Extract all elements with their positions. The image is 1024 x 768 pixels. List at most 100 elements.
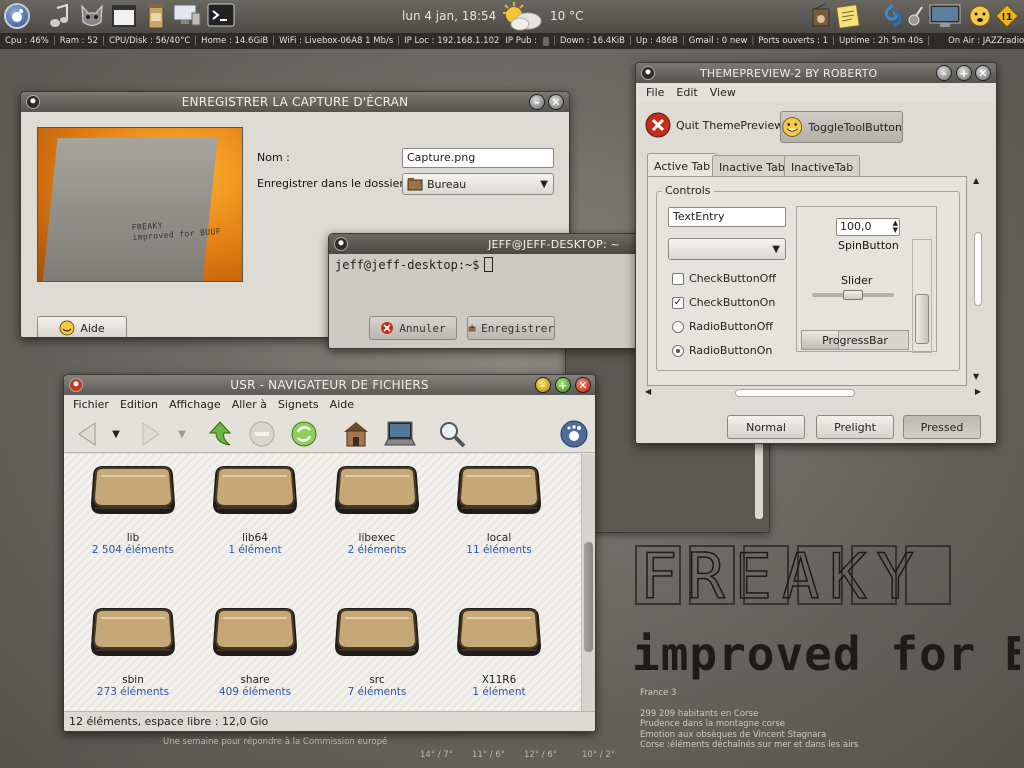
terminal-icon[interactable] (206, 3, 236, 29)
back-arrow-icon[interactable] (70, 418, 102, 450)
gnome-menu-icon[interactable] (4, 3, 30, 29)
vscroll-thumb[interactable] (974, 232, 982, 306)
weather-cloud-sun-icon[interactable] (500, 1, 542, 31)
filename-input[interactable]: Capture.png (402, 148, 554, 168)
folder-item[interactable]: lib 2 504 éléments (72, 456, 194, 556)
news-item[interactable]: Corse :éléments déchaînés sur mer et dan… (640, 740, 858, 751)
window-menu-icon[interactable] (641, 66, 655, 80)
slider-track[interactable] (812, 290, 894, 300)
menu-edition[interactable]: Edition (120, 398, 158, 411)
save-dialog-title: ENREGISTRER LA CAPTURE D'ÉCRAN (181, 95, 409, 109)
fm-scroll-thumb[interactable] (584, 542, 593, 652)
usb-icon[interactable] (906, 3, 926, 29)
menu-aller-a[interactable]: Aller à (232, 398, 267, 411)
reload-icon[interactable] (288, 418, 320, 450)
menu-fichier[interactable]: Fichier (73, 398, 109, 411)
close-button[interactable]: ✕ (548, 94, 564, 110)
scroll-down-icon[interactable]: ▼ (973, 372, 979, 381)
terminal-body[interactable]: jeff@jeff-desktop:~$ Annuler Enregistrer (329, 254, 639, 348)
hscroll-thumb[interactable] (735, 389, 855, 397)
menu-view[interactable]: View (710, 86, 736, 100)
panel-vscrollbar[interactable]: ▲ ▼ (972, 176, 985, 386)
panel-hscrollbar[interactable]: ◀ ▶ (645, 387, 981, 399)
menu-affichage[interactable]: Affichage (169, 398, 221, 411)
fm-vscrollbar[interactable] (581, 454, 595, 711)
update-warning-icon[interactable]: !1 (994, 3, 1020, 29)
scroll-right-icon[interactable]: ▶ (975, 387, 981, 396)
face-icon[interactable] (967, 3, 993, 29)
up-arrow-icon[interactable] (204, 418, 236, 450)
jar-icon[interactable] (143, 3, 169, 29)
pressed-button[interactable]: Pressed (903, 415, 981, 439)
help-button[interactable]: Aide (37, 316, 127, 337)
scroll-left-icon[interactable]: ◀ (645, 387, 651, 396)
forward-history-chevron-icon[interactable]: ▼ (174, 418, 190, 450)
folder-item[interactable]: X11R6 1 élément (438, 598, 560, 698)
folder-combo[interactable]: Bureau ▼ (402, 173, 554, 195)
minimize-button[interactable]: – (535, 377, 551, 393)
spin-arrows-icon[interactable]: ▲ ▼ (893, 220, 898, 234)
clock[interactable]: lun 4 jan, 18:54 (402, 9, 496, 23)
radiobutton-off[interactable]: RadioButtonOff (672, 320, 773, 333)
menu-signets[interactable]: Signets (278, 398, 319, 411)
minimize-button[interactable]: – (529, 94, 545, 110)
search-icon[interactable] (436, 418, 468, 450)
minimize-button[interactable]: – (936, 65, 952, 81)
toggle-toolbutton[interactable]: ToggleToolButton (780, 111, 903, 143)
fm-titlebar[interactable]: USR - NAVIGATEUR DE FICHIERS – + ✕ (64, 375, 595, 395)
vertical-scale-handle[interactable] (915, 294, 929, 344)
folder-item[interactable]: local 11 éléments (438, 456, 560, 556)
empty-combo[interactable]: ▼ (668, 238, 786, 260)
maximize-button[interactable]: + (555, 377, 571, 393)
save-button[interactable]: Enregistrer (467, 316, 555, 340)
checkbutton-off[interactable]: CheckButtonOff (672, 272, 776, 285)
swirl-icon[interactable] (880, 3, 906, 29)
maximize-button[interactable]: + (956, 65, 972, 81)
home-icon[interactable] (340, 418, 372, 450)
checkbutton-on[interactable]: ✓ CheckButtonOn (672, 296, 775, 309)
news-item[interactable]: 299 209 habitants en Corse (640, 709, 858, 720)
network-monitor-icon[interactable] (172, 3, 202, 29)
terminal-titlebar[interactable]: JEFF@JEFF-DESKTOP: ~ (329, 234, 639, 254)
vertical-scale[interactable] (912, 239, 932, 353)
tab-inactive-1[interactable]: Inactive Tab (712, 155, 792, 178)
radio-icon[interactable] (808, 3, 834, 29)
menu-edit[interactable]: Edit (676, 86, 697, 100)
notes-icon[interactable] (836, 3, 862, 29)
text-entry[interactable]: TextEntry (668, 207, 786, 227)
fm-icon-view[interactable]: lib 2 504 éléments lib64 1 élément libexec 2 … (64, 454, 581, 711)
theme-titlebar[interactable]: THEMEPREVIEW-2 BY ROBERTO – + ✕ (636, 63, 996, 83)
scroll-up-icon[interactable]: ▲ (973, 176, 979, 185)
cat-icon[interactable] (79, 3, 105, 29)
spinbutton[interactable]: 100,0 ▲ ▼ (836, 218, 900, 236)
stop-icon[interactable] (246, 418, 278, 450)
slider-handle[interactable] (843, 290, 863, 300)
save-dialog-titlebar[interactable]: ENREGISTRER LA CAPTURE D'ÉCRAN – ✕ (21, 92, 569, 112)
folder-item[interactable]: lib64 1 élément (194, 456, 316, 556)
radiobutton-on[interactable]: RadioButtonOn (672, 344, 772, 357)
forward-arrow-icon[interactable] (136, 418, 168, 450)
window-menu-icon[interactable] (26, 95, 40, 109)
folder-item[interactable]: libexec 2 éléments (316, 456, 438, 556)
cancel-button[interactable]: Annuler (369, 316, 457, 340)
computer-icon[interactable] (384, 418, 416, 450)
close-button[interactable]: ✕ (975, 65, 991, 81)
folder-item[interactable]: src 7 éléments (316, 598, 438, 698)
menu-file[interactable]: File (646, 86, 664, 100)
menu-aide[interactable]: Aide (330, 398, 354, 411)
news-item[interactable]: Emotion aux obsèques de Vincent Stagnara (640, 730, 858, 741)
tab-inactive-2[interactable]: InactiveTab (784, 155, 861, 178)
back-history-chevron-icon[interactable]: ▼ (108, 418, 124, 450)
folder-item[interactable]: share 409 éléments (194, 598, 316, 698)
music-note-icon[interactable] (47, 3, 73, 29)
normal-button[interactable]: Normal (727, 415, 805, 439)
window-menu-icon[interactable] (69, 378, 83, 392)
close-button[interactable]: ✕ (575, 377, 591, 393)
folder-item[interactable]: sbin 273 éléments (72, 598, 194, 698)
prelight-button[interactable]: Prelight (816, 415, 894, 439)
news-item[interactable]: Prudence dans la montagne corse (640, 719, 858, 730)
window-menu-icon[interactable] (334, 237, 348, 251)
window-icon[interactable] (111, 3, 137, 29)
monitor-icon[interactable] (928, 3, 962, 29)
quit-toolbutton[interactable]: Quit ThemePreview! (644, 111, 788, 139)
